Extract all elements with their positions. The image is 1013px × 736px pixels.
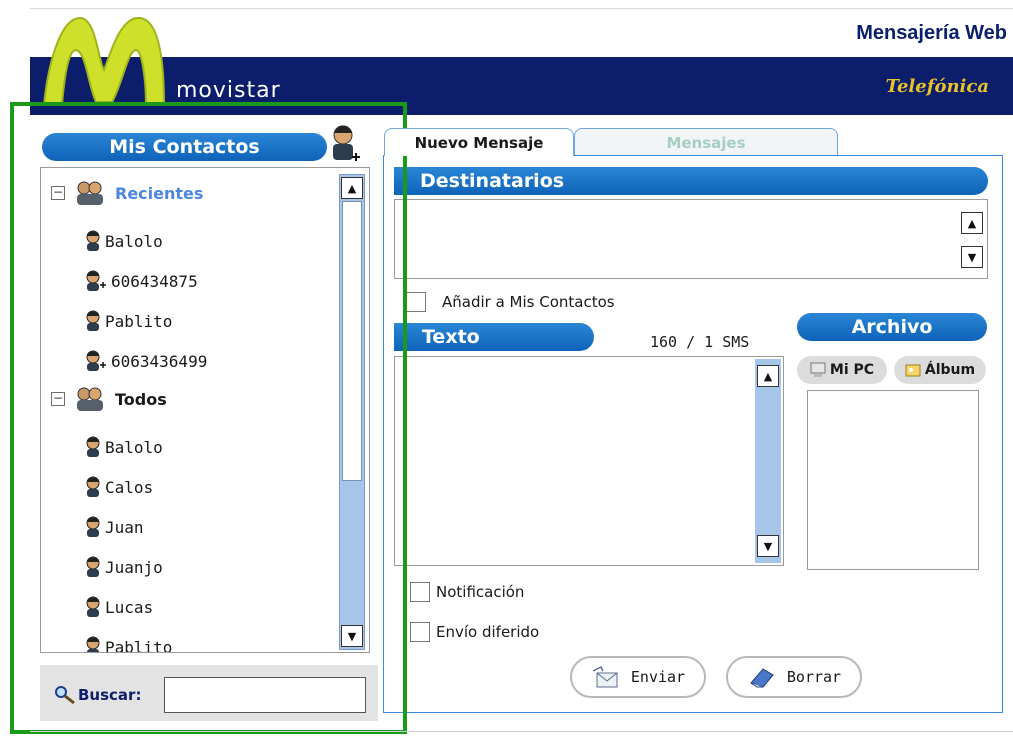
group-contacts-icon [77,181,103,205]
sms-counter: 160 / 1 SMS [650,333,750,351]
deferred-send-label: Envío diferido [436,623,540,641]
add-to-contacts-label: Añadir a Mis Contactos [442,293,615,311]
contact-name: Juan [105,517,144,537]
contact-name: Balolo [105,437,163,457]
contact-name: 6063436499 [111,351,208,371]
text-header: Texto [394,323,594,351]
contact-name: Juanjo [105,557,163,577]
list-item[interactable]: 606434875 [85,270,198,292]
group-label: Todos [115,389,167,409]
recipients-header: Destinatarios [394,167,988,195]
list-item[interactable]: Pablito [85,310,172,332]
contact-icon [86,636,100,652]
bottom-divider [30,731,1013,732]
contact-icon [86,516,100,537]
contact-icon [86,436,100,457]
contacts-list[interactable]: − Recientes Balolo 606434875 Pablito 606… [40,167,370,653]
contact-icon [86,310,100,331]
list-item[interactable]: Juanjo [85,556,163,578]
contact-add-icon [86,270,106,291]
group-label: Recientes [115,183,204,203]
collapse-icon[interactable]: − [51,392,65,406]
contact-icon [86,596,100,617]
collapse-icon[interactable]: − [51,186,65,200]
album-button[interactable]: Álbum [894,356,986,384]
mi-pc-button[interactable]: Mi PC [797,356,887,384]
message-textarea[interactable]: ▲ ▼ [394,356,784,566]
computer-icon [810,362,826,377]
deferred-send-checkbox[interactable] [410,622,430,642]
add-to-contacts-checkbox[interactable] [406,292,426,312]
group-contacts-icon [77,387,103,411]
list-item[interactable]: Balolo [85,230,163,252]
contact-name: Pablito [105,637,173,653]
add-contact-icon[interactable] [330,123,360,167]
telefonica-logo: Telefónica [885,76,989,97]
send-button[interactable]: Enviar [570,656,706,698]
attachment-list[interactable] [807,390,979,570]
contact-icon [86,230,100,251]
scroll-down-icon[interactable]: ▼ [961,246,983,268]
send-mail-icon [592,665,618,688]
brand-name: movistar [176,78,281,103]
attachment-header: Archivo [797,313,987,341]
list-item[interactable]: Balolo [85,436,163,458]
list-item[interactable]: Lucas [85,596,153,618]
album-icon [905,364,921,377]
scroll-up-icon[interactable]: ▲ [961,212,983,234]
scroll-down-icon[interactable]: ▼ [757,535,779,557]
scroll-up-icon[interactable]: ▲ [757,365,779,387]
scroll-down-icon[interactable]: ▼ [341,625,363,647]
search-label: Buscar: [54,685,141,705]
contact-name: Balolo [105,231,163,251]
contact-name: 606434875 [111,271,198,291]
group-todos[interactable]: − Todos [51,386,167,412]
list-item[interactable]: Pablito [85,636,173,653]
top-divider [30,8,1013,9]
recipients-field[interactable]: ▲ ▼ [394,199,988,279]
eraser-icon [750,668,774,688]
notification-checkbox[interactable] [410,582,430,602]
text-scrollbar[interactable]: ▲ ▼ [755,359,781,563]
scroll-up-icon[interactable]: ▲ [341,177,363,199]
contacts-scrollbar[interactable]: ▲ ▼ [339,174,365,650]
group-recientes[interactable]: − Recientes [51,180,203,206]
list-item[interactable]: Calos [85,476,153,498]
contact-name: Pablito [105,311,173,331]
list-item[interactable]: Juan [85,516,144,538]
scroll-thumb[interactable] [342,201,362,481]
contact-add-icon [86,350,106,371]
clear-button[interactable]: Borrar [726,656,862,698]
search-input[interactable] [164,677,366,713]
app-title: Mensajería Web [856,22,1007,44]
contacts-title: Mis Contactos [42,133,327,161]
tab-nuevo-mensaje[interactable]: Nuevo Mensaje [384,128,574,156]
search-bar: Buscar: [40,665,378,721]
contact-name: Lucas [105,597,154,617]
notification-label: Notificación [436,583,525,601]
contact-icon [86,556,100,577]
contact-icon [86,476,100,497]
movistar-logo-icon [42,16,166,106]
contact-name: Calos [105,477,154,497]
magnifier-icon [55,686,75,705]
list-item[interactable]: 6063436499 [85,350,207,372]
tab-mensajes[interactable]: Mensajes [574,128,838,156]
